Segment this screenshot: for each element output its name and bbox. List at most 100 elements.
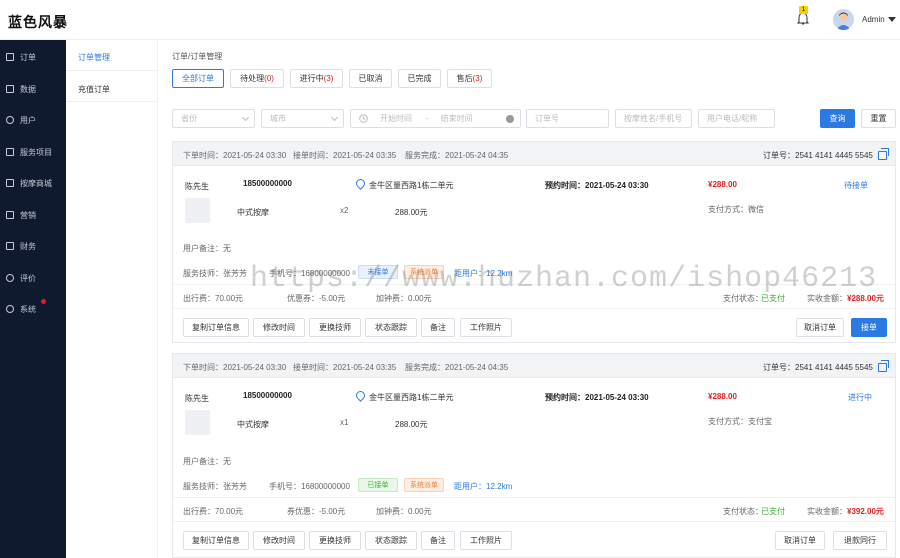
payment-method: 支付方式：支付宝 — [708, 417, 772, 426]
pay-status: 已支付 — [761, 507, 785, 516]
watermark: https://www.huzhan.com/ishop46213 — [250, 262, 878, 296]
work-photos-button[interactable]: 工作照片 — [460, 318, 512, 337]
travel-fee: 出行费：70.00元 — [183, 507, 244, 516]
chevron-down-icon[interactable] — [888, 17, 896, 22]
sidebar-item-marketing[interactable]: 营销 — [0, 200, 66, 230]
tab-count: (3) — [323, 74, 334, 83]
order-icon — [6, 53, 14, 61]
clock-icon — [359, 114, 368, 123]
finance-icon — [6, 242, 14, 250]
avatar[interactable] — [833, 9, 854, 30]
bell-icon[interactable] — [797, 12, 809, 26]
city-placeholder: 城市 — [270, 114, 286, 123]
user-search-input[interactable]: 用户电话/昵称 — [698, 109, 775, 128]
accept-order-button[interactable]: 接单 — [851, 318, 887, 337]
tab-after-sales[interactable]: 售后 (3) — [447, 69, 492, 88]
sidebar-item-order[interactable]: 订单 — [0, 42, 66, 72]
sub-menu — [66, 40, 158, 558]
track-status-button[interactable]: 状态跟踪 — [365, 318, 417, 337]
customer-name: 陈先生 — [185, 182, 209, 191]
track-status-button[interactable]: 状态跟踪 — [365, 531, 417, 550]
admin-username[interactable]: Admin — [862, 15, 885, 24]
tab-cancelled[interactable]: 已取消 — [349, 69, 392, 88]
submenu-divider — [66, 70, 158, 71]
province-select[interactable]: 省份 — [172, 109, 255, 128]
refund-button[interactable]: 退款同行 — [833, 531, 887, 550]
customer-phone: 18500000000 — [243, 179, 292, 188]
system-icon — [6, 305, 14, 313]
payment-method: 支付方式：微信 — [708, 205, 764, 214]
chevron-down-icon — [241, 113, 250, 122]
user-remark: 用户备注：无 — [183, 244, 231, 253]
tab-label: 全部订单 — [182, 74, 214, 83]
query-button[interactable]: 查询 — [820, 109, 855, 128]
work-photos-button[interactable]: 工作照片 — [460, 531, 512, 550]
remark-button[interactable]: 备注 — [421, 318, 455, 337]
service-price: 288.00元 — [395, 208, 428, 217]
order-total: ¥288.00 — [708, 392, 737, 401]
sidebar-item-label: 订单 — [20, 52, 36, 62]
date-range-picker[interactable]: 开始时间 - 结束时间 — [350, 109, 521, 128]
change-tech-button[interactable]: 更换技师 — [309, 531, 361, 550]
cancel-order-button[interactable]: 取消订单 — [796, 318, 844, 337]
remark-button[interactable]: 备注 — [421, 531, 455, 550]
sidebar-item-label: 服务项目 — [20, 147, 52, 157]
technician-name: 服务技师：张芳芳 — [183, 269, 247, 278]
submenu-item-recharge[interactable]: 充值订单 — [78, 84, 110, 95]
sidebar-item-data[interactable]: 数据 — [0, 74, 66, 104]
service-thumbnail — [185, 410, 210, 435]
actual-amount: ¥392.00元 — [847, 507, 884, 516]
mall-icon — [6, 179, 14, 187]
copy-order-button[interactable]: 复制订单信息 — [183, 318, 249, 337]
copy-order-button[interactable]: 复制订单信息 — [183, 531, 249, 550]
sidebar-item-label: 用户 — [20, 115, 36, 125]
sidebar-item-system[interactable]: 系统 — [0, 294, 66, 324]
order-total: ¥288.00 — [708, 180, 737, 189]
pay-status-label: 支付状态： — [723, 507, 763, 516]
order-no-input[interactable]: 订单号 — [526, 109, 609, 128]
sidebar-item-mall[interactable]: 按摩商城 — [0, 168, 66, 198]
tab-completed[interactable]: 已完成 — [398, 69, 441, 88]
service-quantity: x1 — [340, 418, 349, 427]
appointment-time: 预约时间：2021-05-24 03:30 — [545, 181, 649, 190]
technician-name: 服务技师：张芳芳 — [183, 482, 247, 491]
service-thumbnail — [185, 198, 210, 223]
tab-all-orders[interactable]: 全部订单 — [172, 69, 224, 88]
sidebar-item-user[interactable]: 用户 — [0, 105, 66, 135]
marketing-icon — [6, 211, 14, 219]
end-time-placeholder: 结束时间 — [440, 114, 473, 123]
copy-icon[interactable] — [878, 360, 889, 372]
tab-in-progress[interactable]: 进行中 (3) — [290, 69, 343, 88]
distance-to-user: 距用户：12.2km — [454, 482, 513, 491]
sidebar-item-review[interactable]: 评价 — [0, 263, 66, 293]
copy-icon[interactable] — [878, 148, 889, 160]
chevron-down-icon — [330, 113, 339, 122]
submenu-item-order-manage[interactable]: 订单管理 — [78, 52, 110, 63]
range-separator: - — [426, 114, 429, 123]
reset-button[interactable]: 重置 — [861, 109, 896, 128]
clear-icon[interactable] — [506, 115, 514, 123]
customer-phone: 18500000000 — [243, 391, 292, 400]
service-name: 中式按摩 — [237, 420, 269, 429]
tab-pending[interactable]: 待处理 (0) — [230, 69, 284, 88]
sidebar-item-service[interactable]: 服务项目 — [0, 137, 66, 167]
cancel-order-button[interactable]: 取消订单 — [775, 531, 825, 550]
finish-time: 服务完成：2021-05-24 04:35 — [405, 151, 509, 160]
change-tech-button[interactable]: 更换技师 — [309, 318, 361, 337]
order-status: 进行中 — [848, 393, 872, 402]
tech-search-input[interactable]: 按摩姓名/手机号 — [615, 109, 692, 128]
tab-label: 进行中 — [299, 74, 324, 83]
sidebar-item-finance[interactable]: 财务 — [0, 231, 66, 261]
order-card-header: 下单时间：2021-05-24 03:30 接单时间：2021-05-24 03… — [173, 142, 895, 166]
province-placeholder: 省份 — [181, 114, 197, 123]
customer-address: 金牛区量西路1栋二单元 — [369, 181, 454, 190]
review-icon — [6, 274, 14, 282]
order-number: 订单号：2541 4141 4445 5545 — [763, 363, 873, 372]
tab-label: 售后 — [456, 74, 473, 83]
order-status: 待接单 — [844, 181, 868, 190]
change-time-button[interactable]: 修改时间 — [253, 531, 305, 550]
city-select[interactable]: 城市 — [261, 109, 344, 128]
accept-time: 接单时间：2021-05-24 03:35 — [293, 363, 397, 372]
sidebar-item-label: 数据 — [20, 84, 36, 94]
change-time-button[interactable]: 修改时间 — [253, 318, 305, 337]
